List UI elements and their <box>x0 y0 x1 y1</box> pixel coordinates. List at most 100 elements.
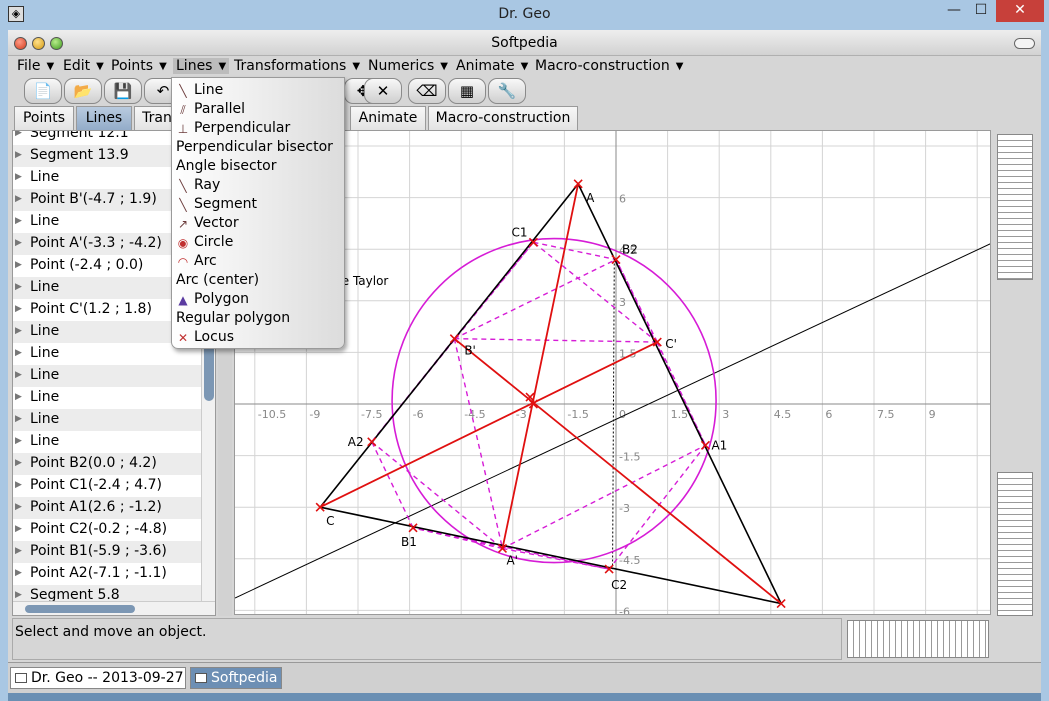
tree-row-label: Point A'(-3.3 ; -4.2) <box>30 235 162 251</box>
expand-arrow-icon[interactable]: ▶ <box>15 590 22 600</box>
task-drgeo[interactable]: Dr. Geo -- 2013-09-27 <box>10 667 186 689</box>
new-figure-icon[interactable]: 📄 <box>24 78 62 104</box>
expand-arrow-icon[interactable]: ▶ <box>15 392 22 402</box>
tree-row[interactable]: ▶ Point C1(-2.4 ; 4.7) <box>13 475 201 497</box>
expand-arrow-icon[interactable]: ▶ <box>15 458 22 468</box>
menu-item-label: Line <box>194 82 224 98</box>
x-tick-label: -6 <box>413 408 424 421</box>
expand-arrow-icon[interactable]: ▶ <box>15 524 22 534</box>
geometry-canvas[interactable]: -10.5 -9 -7.5 -6 -4.5 -3 -1.5 0 1.5 3 4.5 6 7.5 9 6 4.5… <box>234 130 991 615</box>
menu-item-circle[interactable]: ◉ Circle <box>172 233 344 252</box>
x-tick-label: 3 <box>722 408 729 421</box>
menu-item-polygon[interactable]: ▲ Polygon <box>172 290 344 309</box>
tab-macro-construction[interactable]: Macro-construction <box>428 106 578 130</box>
menu-points[interactable]: Points ▼ <box>111 58 167 74</box>
expand-arrow-icon[interactable]: ▶ <box>15 436 22 446</box>
maximize-button[interactable]: ☐ <box>968 0 994 22</box>
point-label: C <box>326 514 334 528</box>
expand-arrow-icon[interactable]: ▶ <box>15 304 22 314</box>
menu-item-line[interactable]: ╲ Line <box>172 81 344 100</box>
style-palette-icon[interactable]: ▦ <box>448 78 486 104</box>
menu-item-vector[interactable]: ↗ Vector <box>172 214 344 233</box>
expand-arrow-icon[interactable]: ▶ <box>15 502 22 512</box>
drgeo-app: Softpedia File ▼ Edit ▼ Points ▼ Lines ▼ Tra… <box>8 30 1041 662</box>
status-bar: Select and move an object. <box>12 618 842 660</box>
menu-item-perpendicular[interactable]: ⊥ Perpendicular <box>172 119 344 138</box>
zoom-ruler-horizontal[interactable] <box>847 620 989 658</box>
tree-row[interactable]: ▶ Line <box>13 431 201 453</box>
menu-item-arc[interactable]: ◠ Arc <box>172 252 344 271</box>
tree-row[interactable]: ▶ Line <box>13 409 201 431</box>
chevron-down-icon: ▼ <box>352 61 361 72</box>
expand-arrow-icon[interactable]: ▶ <box>15 282 22 292</box>
save-file-icon[interactable]: 💾 <box>104 78 142 104</box>
zoom-ruler-bottom[interactable] <box>997 472 1033 616</box>
menu-edit[interactable]: Edit ▼ <box>63 58 104 74</box>
task-softpedia[interactable]: Softpedia <box>190 667 282 689</box>
menu-item-perpendicular-bisector[interactable]: Perpendicular bisector <box>172 138 344 157</box>
expand-arrow-icon[interactable]: ▶ <box>15 370 22 380</box>
window-title: Dr. Geo <box>498 6 551 22</box>
minimize-button[interactable]: — <box>940 0 968 22</box>
expand-arrow-icon[interactable]: ▶ <box>15 414 22 424</box>
tree-row[interactable]: ▶ Point B2(0.0 ; 4.2) <box>13 453 201 475</box>
ray-icon: ╲ <box>179 179 187 193</box>
menu-item-regular-polygon[interactable]: Regular polygon <box>172 309 344 328</box>
tab-lines[interactable]: Lines <box>76 106 132 130</box>
chevron-down-icon: ▼ <box>440 61 448 72</box>
expand-arrow-icon[interactable]: ▶ <box>15 216 22 226</box>
y-tick-label: 3 <box>619 296 626 309</box>
menu-item-parallel[interactable]: ⫽ Parallel <box>172 100 344 119</box>
expand-arrow-icon[interactable]: ▶ <box>15 172 22 182</box>
expand-arrow-icon[interactable]: ▶ <box>15 131 22 138</box>
zoom-ruler-top[interactable] <box>997 134 1033 280</box>
expand-arrow-icon[interactable]: ▶ <box>15 260 22 270</box>
tab-points[interactable]: Points <box>14 106 74 130</box>
expand-arrow-icon[interactable]: ▶ <box>15 480 22 490</box>
x-tick-label: -10.5 <box>258 408 286 421</box>
menu-animate[interactable]: Animate ▼ <box>456 58 528 74</box>
segment-icon: ╲ <box>179 198 187 212</box>
tree-row[interactable]: ▶ Point A1(2.6 ; -1.2) <box>13 497 201 519</box>
x-tick-label: -4.5 <box>464 408 485 421</box>
menu-file[interactable]: File ▼ <box>17 58 54 74</box>
menu-lines[interactable]: Lines ▼ <box>173 58 230 74</box>
tree-row[interactable]: ▶ Point C2(-0.2 ; -4.8) <box>13 519 201 541</box>
x-tick-label: 4.5 <box>774 408 792 421</box>
menu-item-segment[interactable]: ╲ Segment <box>172 195 344 214</box>
taylor-segment <box>371 441 414 529</box>
x-tick-label: -7.5 <box>361 408 382 421</box>
expand-arrow-icon[interactable]: ▶ <box>15 326 22 336</box>
horizontal-scroll-thumb[interactable] <box>25 605 135 613</box>
menu-transformations[interactable]: Transformations ▼ <box>234 58 360 74</box>
menu-item-locus[interactable]: ✕ Locus <box>172 328 344 347</box>
eraser-icon[interactable]: ⌫ <box>408 78 446 104</box>
menu-item-arc-center[interactable]: Arc (center) <box>172 271 344 290</box>
expand-arrow-icon[interactable]: ▶ <box>15 194 22 204</box>
tree-row[interactable]: ▶ Line <box>13 365 201 387</box>
chevron-down-icon: ▼ <box>46 61 55 72</box>
tree-row[interactable]: ▶ Point A2(-7.1 ; -1.1) <box>13 563 201 585</box>
menu-item-ray[interactable]: ╲ Ray <box>172 176 344 195</box>
collapse-toggle[interactable] <box>1014 38 1035 49</box>
chevron-down-icon: ▼ <box>675 61 684 72</box>
properties-tool-icon[interactable]: 🔧 <box>488 78 526 104</box>
tree-row[interactable]: ▶ Point B1(-5.9 ; -3.6) <box>13 541 201 563</box>
menu-item-angle-bisector[interactable]: Angle bisector <box>172 157 344 176</box>
expand-arrow-icon[interactable]: ▶ <box>15 348 22 358</box>
open-file-icon[interactable]: 📂 <box>64 78 102 104</box>
close-button[interactable]: ✕ <box>996 0 1044 22</box>
x-tick-label: 9 <box>929 408 936 421</box>
menu-macro-construction[interactable]: Macro-construction ▼ <box>535 58 683 74</box>
horizontal-scrollbar[interactable] <box>13 601 215 615</box>
tab-animate[interactable]: Animate <box>350 106 426 130</box>
tree-row[interactable]: ▶ Line <box>13 387 201 409</box>
expand-arrow-icon[interactable]: ▶ <box>15 568 22 578</box>
expand-arrow-icon[interactable]: ▶ <box>15 238 22 248</box>
parallel-icon: ⫽ <box>180 103 186 117</box>
expand-arrow-icon[interactable]: ▶ <box>15 546 22 556</box>
menu-numerics[interactable]: Numerics ▼ <box>368 58 448 74</box>
expand-arrow-icon[interactable]: ▶ <box>15 150 22 160</box>
toolbar: 📄 📂 💾 ↶ ✥ ✕ ⌫ ▦ 🔧 <box>8 78 1041 106</box>
intersection-icon[interactable]: ✕ <box>364 78 402 104</box>
